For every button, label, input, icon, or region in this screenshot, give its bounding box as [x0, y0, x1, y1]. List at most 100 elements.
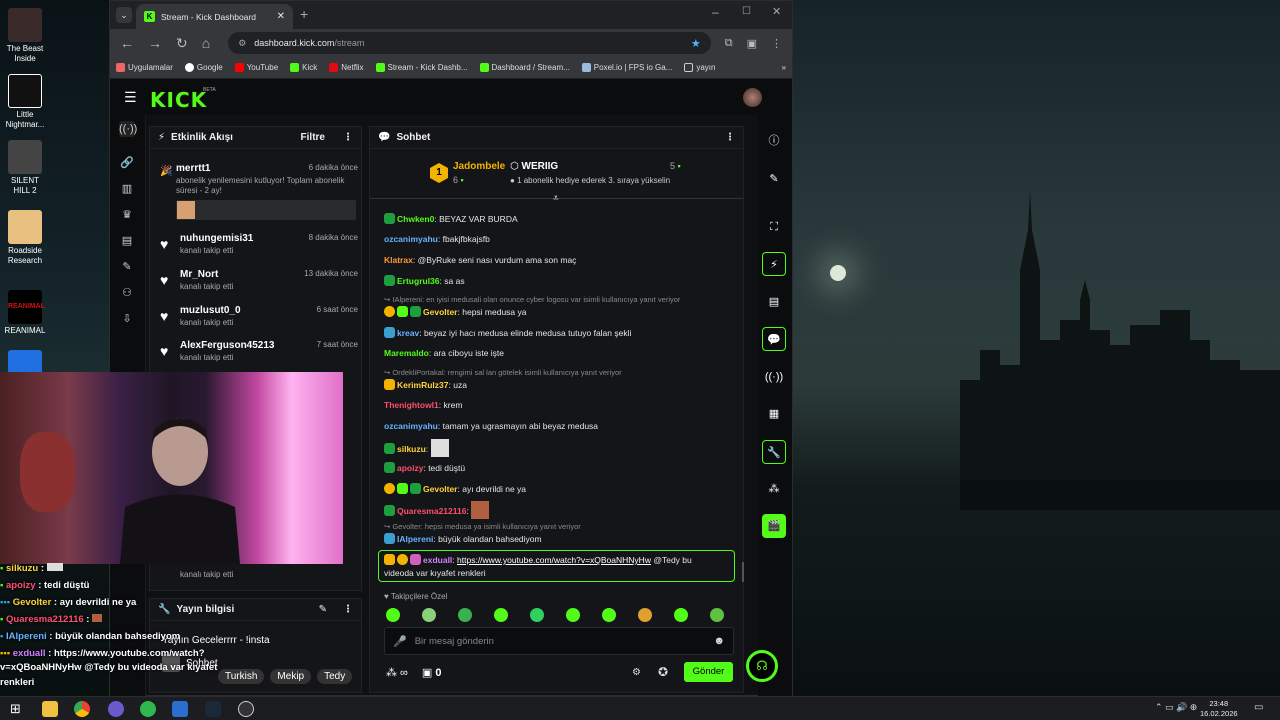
bookmark-netflix[interactable]: Netflix [329, 63, 364, 72]
support-headset-icon[interactable]: ☊ [746, 650, 778, 682]
desktop-icon-little-nightmares[interactable]: Little Nightmar... [2, 74, 48, 130]
emote[interactable] [638, 608, 652, 622]
site-info-icon[interactable]: ⚙ [238, 38, 246, 49]
maximize-icon[interactable]: ☐ [742, 6, 751, 17]
points-icon[interactable]: ⁂ ∞ [386, 666, 408, 679]
bookmark-stream-kick[interactable]: Stream - Kick Dashb... [375, 63, 468, 72]
emote[interactable] [386, 608, 400, 622]
profile-icon[interactable]: ▣ [747, 37, 757, 50]
gift-icon[interactable]: ▣ 0 [422, 666, 442, 679]
bookmark-poxel[interactable]: Poxel.io | FPS io Ga... [581, 63, 672, 72]
minimize-icon[interactable]: – [712, 5, 719, 19]
app-icon[interactable] [140, 701, 156, 717]
highlighted-message: exduall: https://www.youtube.com/watch?v… [378, 550, 735, 582]
system-tray-icons[interactable]: ⌃ ▭ 🔊 ⊕ [1155, 702, 1197, 713]
reload-icon[interactable]: ↻ [176, 35, 188, 52]
emote[interactable] [710, 608, 724, 622]
chat-scrollbar[interactable] [742, 562, 744, 582]
bookmark-dashboard[interactable]: Dashboard / Stream... [479, 63, 570, 72]
send-button[interactable]: Gönder [684, 662, 733, 682]
trophy-icon[interactable]: ♛ [119, 207, 135, 223]
chat-input[interactable]: 🎤 Bir mesaj gönderin ☻ [384, 627, 734, 655]
clock[interactable]: 23:48 16.02.2026 [1200, 699, 1238, 719]
bookmarks-overflow-icon[interactable]: » [782, 63, 786, 72]
message-username[interactable]: exduall [423, 555, 452, 565]
emote[interactable] [674, 608, 688, 622]
emote[interactable] [566, 608, 580, 622]
back-icon[interactable]: ← [120, 35, 134, 51]
quick-action-icon[interactable]: ⚡ [762, 252, 786, 276]
emote[interactable] [602, 608, 616, 622]
link-icon[interactable]: 🔗 [119, 155, 135, 171]
bookmark-youtube[interactable]: YouTube [234, 63, 278, 72]
desktop-icon-the-beast-inside[interactable]: The Beast Inside [2, 8, 48, 64]
emote[interactable] [422, 608, 436, 622]
collapse-icon[interactable]: ⩡ [553, 193, 559, 204]
microphone-icon[interactable]: 🎤 [393, 635, 407, 648]
filter-button[interactable]: Filtre [301, 132, 325, 143]
layout-icon[interactable]: ▦ [762, 402, 786, 426]
app-icon[interactable] [108, 701, 124, 717]
obs-icon[interactable] [238, 701, 254, 717]
tag-chip[interactable]: Tedy [317, 669, 353, 684]
community-icon[interactable]: ⁂ [762, 477, 786, 501]
file-explorer-icon[interactable] [42, 701, 58, 717]
download-icon[interactable]: ⇩ [119, 311, 135, 327]
activity-menu-icon[interactable]: ⋮ [343, 132, 353, 143]
bookmark-kick[interactable]: Kick [290, 63, 317, 72]
user-avatar[interactable] [743, 88, 762, 107]
close-tab-icon[interactable]: ✕ [277, 11, 285, 22]
wrench-icon[interactable]: 🔧 [762, 440, 786, 464]
forward-icon[interactable]: → [148, 35, 162, 51]
video-icon[interactable]: ▤ [119, 233, 135, 249]
tools-icon[interactable]: ✎ [119, 259, 135, 275]
emote[interactable] [494, 608, 508, 622]
emote[interactable] [458, 608, 472, 622]
tag-chip[interactable]: Mekip [270, 669, 312, 684]
home-icon[interactable]: ⌂ [202, 35, 210, 51]
info-icon[interactable]: ⓘ [762, 129, 786, 153]
tag-chip[interactable]: Turkish [218, 669, 265, 684]
pencil-icon[interactable]: ✎ [762, 167, 786, 191]
hamburger-menu-icon[interactable]: ☰ [124, 89, 137, 106]
menu-icon[interactable]: ⋮ [771, 37, 782, 50]
message-link[interactable]: https://www.youtube.com/watch?v=xQBoaNHN… [457, 555, 651, 565]
windows-start-icon[interactable]: ⊞ [10, 701, 21, 717]
steam-icon[interactable] [205, 701, 221, 717]
emote[interactable] [530, 608, 544, 622]
desktop-icon-reanimal[interactable]: REANIMAL REANIMAL [2, 290, 48, 336]
new-tab-icon[interactable]: + [300, 6, 308, 22]
leader-username[interactable]: Jadombele [453, 161, 505, 172]
tab-kick-dashboard[interactable]: K Stream - Kick Dashboard ✕ [136, 4, 293, 29]
stream-info-menu-icon[interactable]: ⋮ [343, 604, 353, 615]
app-icon[interactable] [172, 701, 188, 717]
screen-capture-icon[interactable]: ⛶ [762, 215, 786, 239]
chat-message: ozcanimyahu: tamam ya ugrasmayın abi bey… [384, 421, 599, 431]
analytics-icon[interactable]: ▥ [119, 181, 135, 197]
notifications-icon[interactable]: ▭ [1254, 702, 1263, 713]
bookmark-folder-yayin[interactable]: yayın [684, 63, 715, 72]
tab-search-icon[interactable]: ⌄ [116, 7, 132, 23]
community-icon[interactable]: ⚇ [119, 285, 135, 301]
leader-username[interactable]: WERIIG [522, 161, 559, 172]
chat-menu-icon[interactable]: ⋮ [725, 132, 735, 143]
close-window-icon[interactable]: ✕ [772, 5, 781, 18]
bookmark-apps[interactable]: Uygulamalar [116, 63, 173, 72]
clapper-icon[interactable]: 🎬 [762, 514, 786, 538]
edit-icon[interactable]: ✎ [319, 604, 327, 615]
desktop-icon-silent-hill-2[interactable]: SILENT HILL 2 [2, 140, 48, 196]
url-field[interactable]: ⚙ dashboard.kick.com/stream ★ [228, 32, 711, 54]
kick-logo[interactable]: KICK [150, 88, 207, 112]
settings-icon[interactable]: ⚙ [632, 667, 641, 678]
broadcast-icon[interactable]: ((·)) [762, 365, 786, 389]
bookmark-google[interactable]: Google [184, 63, 223, 72]
live-icon[interactable]: ((·)) [119, 121, 137, 137]
notes-icon[interactable]: ▤ [762, 290, 786, 314]
mod-tools-icon[interactable]: ✪ [658, 665, 668, 679]
bookmark-star-icon[interactable]: ★ [691, 37, 701, 50]
extensions-icon[interactable]: ⧉ [725, 37, 733, 50]
chrome-icon[interactable] [74, 701, 90, 717]
desktop-icon-roadside-research[interactable]: Roadside Research [2, 210, 48, 266]
chat-popout-icon[interactable]: 💬 [762, 327, 786, 351]
emoji-icon[interactable]: ☻ [713, 635, 725, 647]
